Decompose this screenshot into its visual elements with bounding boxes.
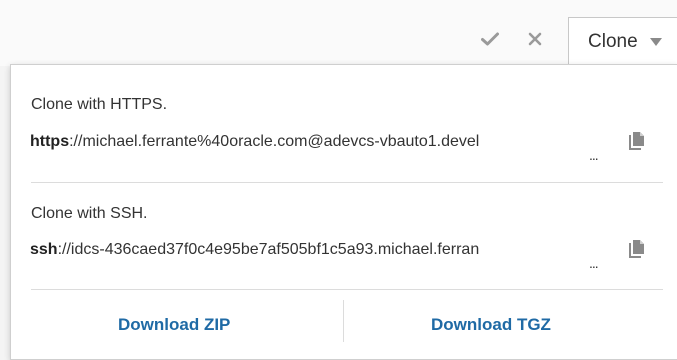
ssh-url-ellipsis: ... [589,255,599,271]
download-zip-link[interactable]: Download ZIP [118,315,230,335]
clone-dropdown-button[interactable]: Clone [568,17,677,65]
https-protocol: https [30,133,70,150]
clone-button-label: Clone [588,30,638,52]
section-divider [31,182,663,183]
download-tgz-link[interactable]: Download TGZ [431,315,551,335]
https-url-field[interactable]: https://michael.ferrante%40oracle.com@ad… [30,133,602,151]
toolbar: Clone [0,0,677,66]
ssh-protocol: ssh [30,241,58,258]
close-icon[interactable] [524,28,546,50]
checkmark-icon[interactable] [479,28,501,50]
download-divider [343,300,344,342]
ssh-section-title: Clone with SSH. [31,205,148,222]
caret-down-icon [649,37,662,46]
copy-icon[interactable] [628,131,648,153]
ssh-url-field[interactable]: ssh://idcs-436caed37f0c4e95be7af505bf1c5… [30,241,602,259]
ssh-url-rest: ://idcs-436caed37f0c4e95be7af505bf1c5a93… [57,241,480,258]
https-section-title: Clone with HTTPS. [31,96,168,113]
copy-icon[interactable] [628,239,648,261]
https-url-rest: ://michael.ferrante%40oracle.com@adevcs-… [69,133,480,150]
https-url-ellipsis: ... [589,147,599,163]
section-divider [31,289,663,290]
clone-popup-panel: Clone with HTTPS. https://michael.ferran… [10,64,677,360]
screen: Clone Clone with HTTPS. https://michael.… [0,0,677,360]
